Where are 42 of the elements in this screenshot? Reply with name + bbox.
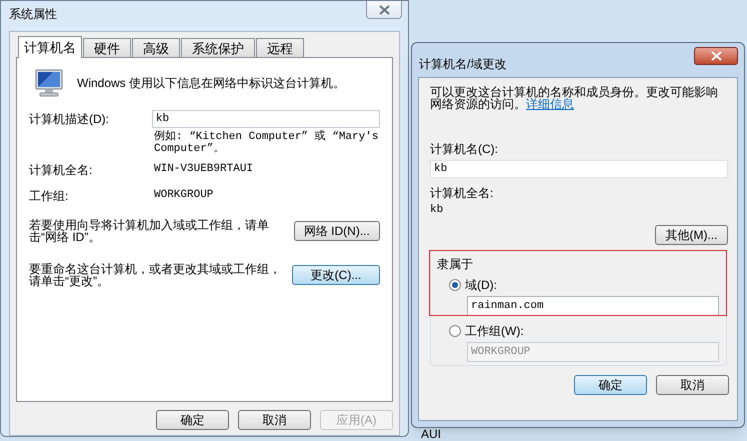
close-icon <box>710 51 722 61</box>
group-title: 隶属于 <box>437 256 474 272</box>
close-button[interactable] <box>366 1 402 19</box>
more-button[interactable]: 其他(M)... <box>655 224 728 244</box>
dialog-button[interactable]: 取消 <box>656 374 729 394</box>
dialog-button[interactable]: 确定 <box>574 374 647 394</box>
tab[interactable]: 系统保护 <box>181 38 255 57</box>
instruction-text: 要重命名这台计算机，或者更改其域或工作组，请单击“更改”。 <box>29 263 282 287</box>
field-label: 计算机名(C): <box>430 141 499 158</box>
dialog-button[interactable]: 确定 <box>156 410 229 430</box>
tab[interactable]: 硬件 <box>83 38 131 57</box>
tab[interactable]: 远程 <box>256 38 304 57</box>
close-icon <box>378 4 390 14</box>
radio-label: 工作组(W): <box>465 322 524 340</box>
field-label: 计算机全名: <box>430 185 494 202</box>
full-name-value: WIN-V3UEB9RTAUI <box>154 162 254 177</box>
intro-text: Windows 使用以下信息在网络中标识这台计算机。 <box>77 75 346 92</box>
tab[interactable]: 计算机名 <box>18 36 82 58</box>
field-label: 工作组: <box>29 188 70 205</box>
close-button[interactable] <box>694 47 738 65</box>
radio-button[interactable] <box>449 324 461 336</box>
input-field[interactable]: rainman.com <box>467 296 719 316</box>
example-text: 例如: “Kitchen Computer” 或 “Mary's Computer”。 <box>154 131 380 155</box>
change-button[interactable]: 更改(C)... <box>292 265 380 285</box>
input-field[interactable]: kb <box>152 110 380 128</box>
window-title: 系统属性 <box>9 6 57 23</box>
network-id-button[interactable]: 网络 ID(N)... <box>294 221 380 241</box>
tab[interactable]: 高级 <box>132 38 180 57</box>
radio-button[interactable] <box>449 278 461 290</box>
intro-text: 可以更改这台计算机的名称和成员身份。更改可能影响网络资源的访问。详细信息 <box>430 86 719 110</box>
dialog-title: 计算机名/域更改 <box>419 56 506 73</box>
details-link[interactable]: 详细信息 <box>526 97 574 111</box>
field-label: 计算机描述(D): <box>29 111 110 128</box>
background-text: AUI <box>421 426 442 441</box>
input-field[interactable]: kb <box>430 160 728 178</box>
field-label: 计算机全名: <box>29 162 94 179</box>
radio-label: 域(D): <box>465 276 497 294</box>
workgroup-value: WORKGROUP <box>154 188 214 203</box>
full-name-value: kb <box>430 203 444 218</box>
computer-monitor-icon <box>33 68 65 98</box>
instruction-text: 若要使用向导将计算机加入域或工作组，请单击“网络 ID”。 <box>29 219 270 243</box>
dialog-button[interactable]: 取消 <box>238 410 311 430</box>
